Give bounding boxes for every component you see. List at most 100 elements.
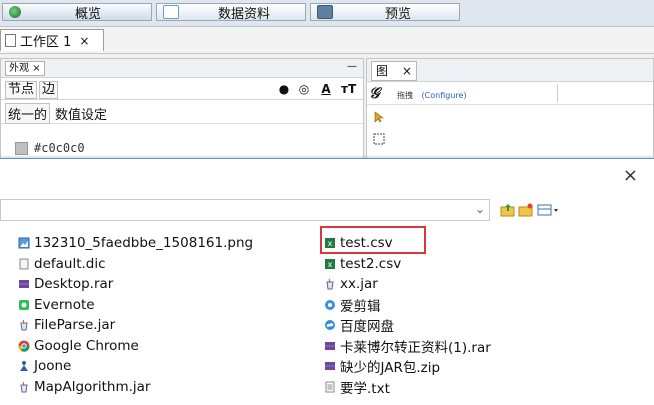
graph-toolbar: 𝒢 拖拽 (Configure) — [367, 82, 653, 105]
tab-edges[interactable]: 边 — [39, 81, 59, 99]
image-icon — [18, 237, 30, 249]
file-name: Desktop.rar — [34, 276, 114, 293]
svg-text:x: x — [328, 260, 333, 269]
rar-icon — [325, 341, 335, 350]
list-item[interactable]: 缺少的JAR包.zip — [324, 356, 491, 377]
jar-icon — [326, 278, 334, 290]
graph-tab[interactable]: 图 × — [371, 61, 417, 81]
file-open-dialog: × ⌄ 132310_5faedbbe_1508161.png default.… — [0, 158, 654, 405]
file-name: Evernote — [34, 296, 95, 313]
file-name: MapAlgorithm.jar — [34, 378, 151, 395]
graph-panel: 图 × 𝒢 拖拽 (Configure) — [366, 58, 654, 168]
close-icon[interactable]: × — [402, 64, 412, 78]
file-list-right: x test.csv x test2.csv xx.jar 爱剪辑 百度网盘 卡莱博… — [324, 233, 491, 397]
up-folder-icon[interactable] — [500, 203, 516, 217]
drag-label: 拖拽 — [397, 91, 413, 100]
list-item[interactable]: Joone — [18, 356, 253, 377]
drag-configure[interactable]: 拖拽 (Configure) — [397, 90, 467, 101]
color-setting[interactable]: #c0c0c0 — [15, 141, 85, 155]
jar-icon — [20, 319, 28, 331]
list-item[interactable]: Google Chrome — [18, 336, 253, 357]
top-nav-bar: 概览 数据资料 预览 — [0, 0, 654, 27]
file-name: 卡莱博尔转正资料(1).rar — [340, 339, 491, 356]
close-icon[interactable]: × — [623, 165, 638, 186]
toolbar-divider — [557, 84, 558, 102]
jar-icon — [20, 381, 28, 393]
palette-icon[interactable]: ● — [277, 82, 291, 96]
cloud-icon — [325, 320, 335, 331]
tab-value-setting[interactable]: 数值设定 — [55, 104, 107, 123]
data-table-icon — [163, 5, 179, 19]
file-name: test2.csv — [340, 255, 402, 272]
list-item[interactable]: MapAlgorithm.jar — [18, 377, 253, 398]
nav-tab-label: 数据资料 — [217, 6, 270, 22]
file-name: Google Chrome — [34, 337, 139, 354]
color-value: #c0c0c0 — [34, 141, 85, 155]
file-name: Joone — [34, 358, 72, 375]
list-item[interactable]: Desktop.rar — [18, 274, 253, 295]
tab-nodes[interactable]: 节点 — [5, 81, 38, 99]
workspace-tab[interactable]: 工作区 1 × — [0, 29, 104, 51]
close-icon[interactable]: × — [32, 63, 40, 74]
list-item[interactable]: 132310_5faedbbe_1508161.png — [18, 233, 253, 254]
excel-icon: x — [325, 258, 335, 269]
file-name: 爱剪辑 — [340, 298, 381, 315]
list-item[interactable]: 要学.txt — [324, 377, 491, 398]
graph-panel-header: 图 × — [367, 59, 653, 82]
monitor-icon — [317, 5, 333, 19]
new-folder-icon[interactable] — [518, 203, 534, 217]
minimize-icon[interactable]: — — [347, 61, 357, 72]
label-size-icon[interactable]: тT — [341, 82, 356, 96]
appearance-tab[interactable]: 外观 × — [5, 61, 45, 76]
chevron-down-icon[interactable]: ⌄ — [475, 202, 485, 216]
file-name: 132310_5faedbbe_1508161.png — [34, 235, 254, 252]
path-dropdown[interactable]: ⌄ — [0, 199, 490, 221]
nav-tab-preview[interactable]: 预览 — [310, 3, 460, 22]
appearance-mode-row: 统一的 数值设定 — [1, 101, 363, 124]
list-item[interactable]: FileParse.jar — [18, 315, 253, 336]
close-icon[interactable]: × — [79, 34, 89, 48]
appearance-subtabs: 节点 边 ● ◎ A тT — [1, 79, 363, 100]
file-name: xx.jar — [340, 276, 378, 293]
file-name: 百度网盘 — [340, 319, 394, 336]
txt-icon — [325, 381, 335, 393]
file-name: default.dic — [34, 255, 106, 272]
overview-icon — [9, 6, 21, 18]
evernote-icon — [19, 299, 29, 310]
tab-unified[interactable]: 统一的 — [5, 103, 51, 124]
size-icon[interactable]: ◎ — [297, 82, 311, 96]
workspace-tab-row: 工作区 1 × — [0, 27, 654, 54]
appearance-panel-header: 外观 × — — [1, 59, 363, 78]
rar-icon — [19, 280, 29, 289]
rectangle-select-icon[interactable] — [373, 133, 385, 145]
list-item[interactable]: default.dic — [18, 254, 253, 275]
joone-icon — [20, 361, 28, 372]
workspace-tab-label: 工作区 1 — [20, 35, 72, 50]
nav-tab-label: 预览 — [384, 6, 411, 22]
color-swatch[interactable] — [15, 141, 28, 155]
graph-settings-icon[interactable]: 𝒢 — [369, 84, 389, 104]
rar-icon — [325, 362, 335, 371]
appearance-tab-label: 外观 — [9, 63, 29, 74]
view-menu-icon[interactable] — [537, 203, 561, 217]
list-item[interactable]: 爱剪辑 — [324, 295, 491, 316]
file-name: 缺少的JAR包.zip — [340, 360, 441, 377]
graph-tab-label: 图 — [376, 64, 389, 78]
list-item[interactable]: xx.jar — [324, 274, 491, 295]
file-icon — [19, 258, 29, 270]
list-item[interactable]: Evernote — [18, 295, 253, 316]
file-name: FileParse.jar — [34, 317, 116, 334]
nav-tab-overview[interactable]: 概览 — [2, 3, 152, 22]
label-color-icon[interactable]: A — [319, 82, 333, 96]
nav-tab-label: 概览 — [74, 6, 101, 22]
configure-link[interactable]: (Configure) — [422, 91, 467, 100]
list-item[interactable]: 卡莱博尔转正资料(1).rar — [324, 336, 491, 357]
nav-tab-data[interactable]: 数据资料 — [156, 3, 306, 22]
list-item[interactable]: x test2.csv — [324, 254, 491, 275]
file-list-left: 132310_5faedbbe_1508161.png default.dic … — [18, 233, 253, 397]
chrome-icon — [18, 340, 30, 352]
highlight-box — [320, 226, 426, 254]
app-icon — [325, 299, 335, 310]
pointer-icon[interactable] — [373, 111, 385, 123]
list-item[interactable]: 百度网盘 — [324, 315, 491, 336]
